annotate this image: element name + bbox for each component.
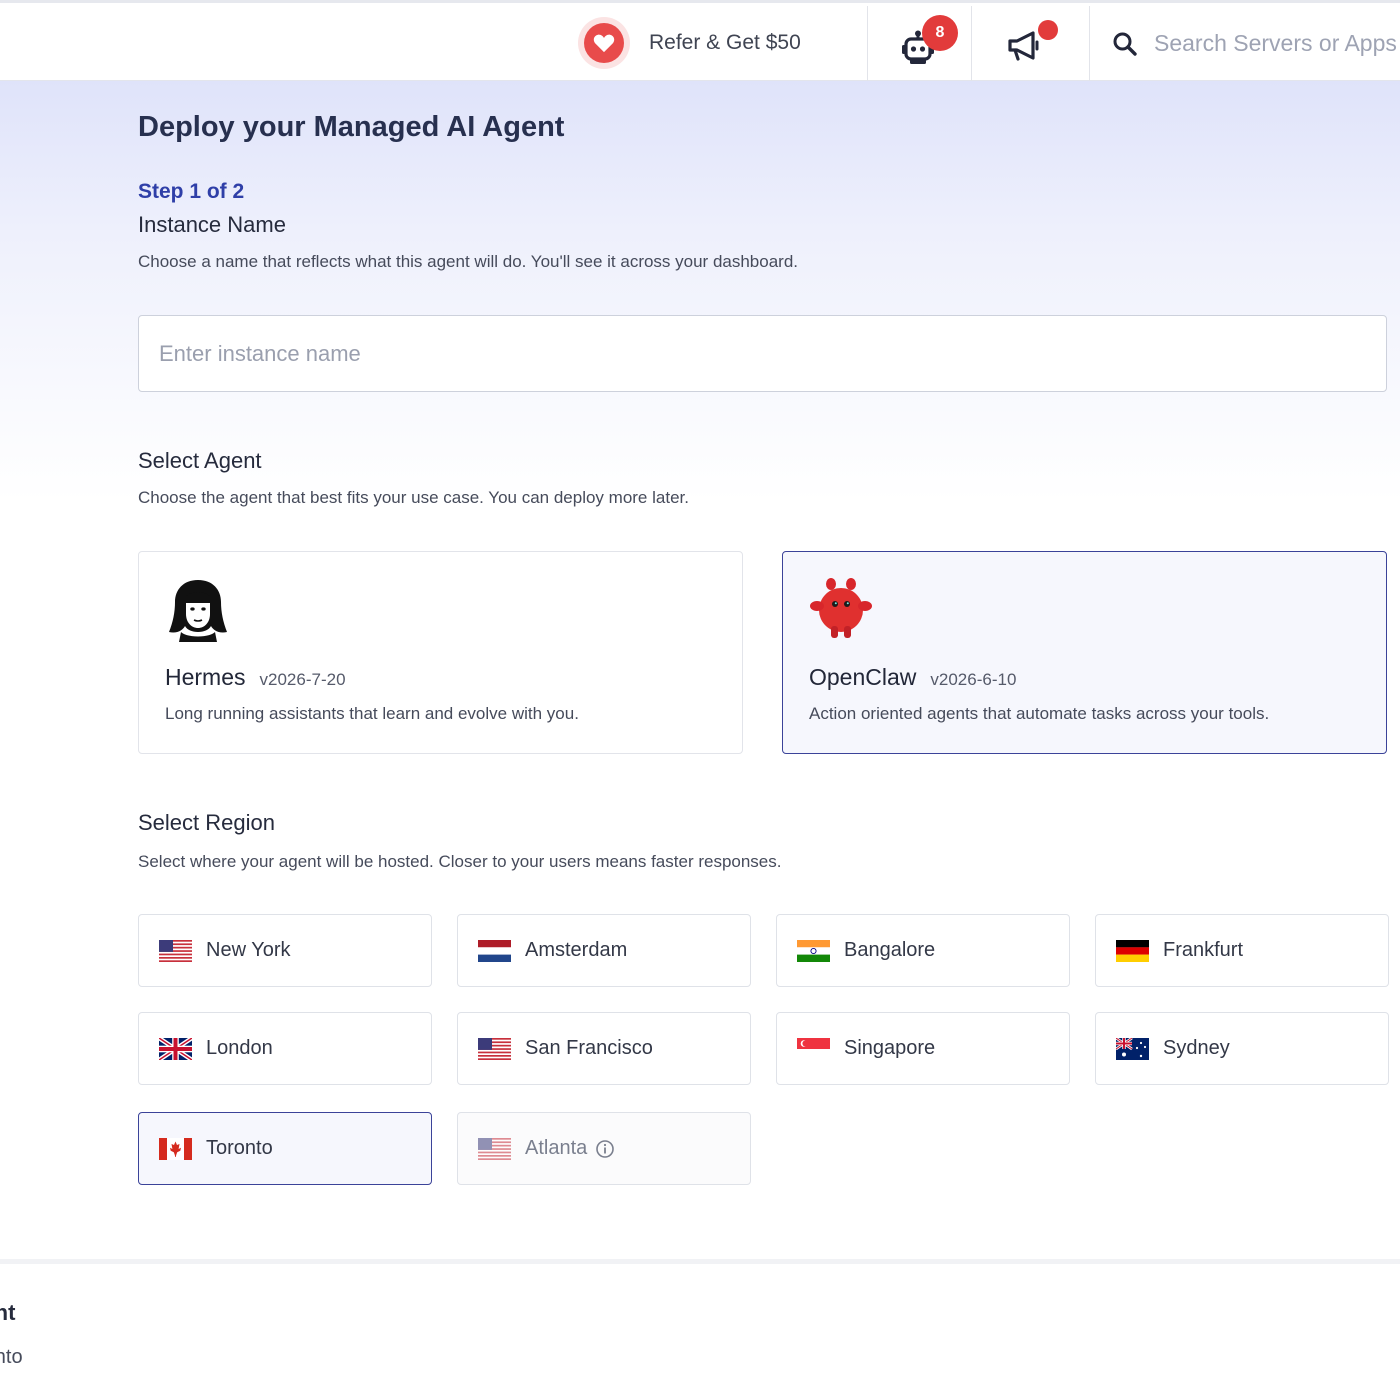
region-toronto[interactable]: Toronto (138, 1112, 432, 1185)
region-label: Bangalore (844, 939, 936, 961)
instance-name-title: Instance Name (138, 212, 286, 237)
refer-button[interactable]: Refer & Get $50 (578, 17, 801, 69)
instance-name-input[interactable] (138, 315, 1387, 392)
agent-description: Long running assistants that learn and e… (165, 704, 579, 723)
select-region-title: Select Region (138, 810, 275, 835)
instance-name-description: Choose a name that reflects what this ag… (138, 252, 799, 271)
ca-flag-icon (159, 1137, 192, 1160)
agent-version: v2026-6-10 (930, 670, 1017, 689)
region-sydney[interactable]: Sydney (1095, 1012, 1389, 1085)
page-title: Deploy your Managed AI Agent (138, 111, 565, 143)
main-panel: Deploy your Managed AI Agent Step 1 of 2… (0, 81, 1400, 1259)
info-icon[interactable] (595, 1139, 615, 1159)
region-label: Singapore (844, 1037, 936, 1059)
notification-dot (1038, 20, 1058, 40)
search-icon[interactable] (1112, 30, 1138, 58)
region-label: Atlanta (525, 1137, 588, 1159)
agent-name: Hermes (165, 664, 246, 690)
top-bar: Refer & Get $50 8 (0, 0, 1400, 81)
us-flag-icon (478, 1137, 511, 1160)
agent-card-hermes[interactable]: Hermes v2026-7-20 Long running assistant… (138, 551, 743, 754)
us-flag-icon (478, 1037, 511, 1060)
sg-flag-icon (797, 1037, 830, 1060)
agent-name-row: Hermes v2026-7-20 (165, 664, 346, 691)
hermes-avatar-icon (169, 580, 227, 642)
agent-name-row: OpenClaw v2026-6-10 (809, 664, 1016, 691)
region-label: Frankfurt (1163, 939, 1244, 961)
in-flag-icon (797, 939, 830, 962)
region-new-york[interactable]: New York (138, 914, 432, 987)
agent-card-openclaw[interactable]: OpenClaw v2026-6-10 Action oriented agen… (782, 551, 1387, 754)
region-label: Toronto (206, 1137, 273, 1159)
region-atlanta: Atlanta (457, 1112, 751, 1185)
agent-version: v2026-7-20 (259, 670, 346, 689)
region-singapore[interactable]: Singapore (776, 1012, 1070, 1085)
agent-name: OpenClaw (809, 664, 917, 690)
region-label: Sydney (1163, 1037, 1230, 1059)
au-flag-icon (1116, 1037, 1149, 1060)
select-agent-title: Select Agent (138, 448, 262, 473)
region-label: Amsterdam (525, 939, 628, 961)
de-flag-icon (1116, 939, 1149, 962)
region-label: New York (206, 939, 291, 961)
bot-button[interactable]: 8 (868, 6, 971, 81)
refer-label: Refer & Get $50 (649, 31, 801, 54)
us-flag-icon (159, 939, 192, 962)
search-bar (1090, 6, 1400, 81)
region-san-francisco[interactable]: San Francisco (457, 1012, 751, 1085)
nl-flag-icon (478, 939, 511, 962)
region-label: San Francisco (525, 1037, 653, 1059)
gb-flag-icon (159, 1037, 192, 1060)
notification-badge: 8 (922, 15, 958, 51)
select-region-description: Select where your agent will be hosted. … (138, 852, 782, 871)
footer-subtitle: ronto (0, 1346, 23, 1368)
region-amsterdam[interactable]: Amsterdam (457, 914, 751, 987)
announcements-button[interactable] (972, 6, 1089, 81)
agent-description: Action oriented agents that automate tas… (809, 704, 1270, 723)
select-agent-description: Choose the agent that best fits your use… (138, 488, 689, 507)
search-input[interactable] (1154, 30, 1400, 57)
region-bangalore[interactable]: Bangalore (776, 914, 1070, 987)
megaphone-icon (1007, 30, 1038, 61)
step-indicator: Step 1 of 2 (138, 180, 245, 203)
region-label: London (206, 1037, 273, 1059)
heart-icon (578, 17, 630, 69)
region-london[interactable]: London (138, 1012, 432, 1085)
footer-summary: gent ronto (0, 1259, 1400, 1400)
footer-title: gent (0, 1300, 16, 1325)
openclaw-avatar-icon (810, 578, 872, 638)
region-frankfurt[interactable]: Frankfurt (1095, 914, 1389, 987)
